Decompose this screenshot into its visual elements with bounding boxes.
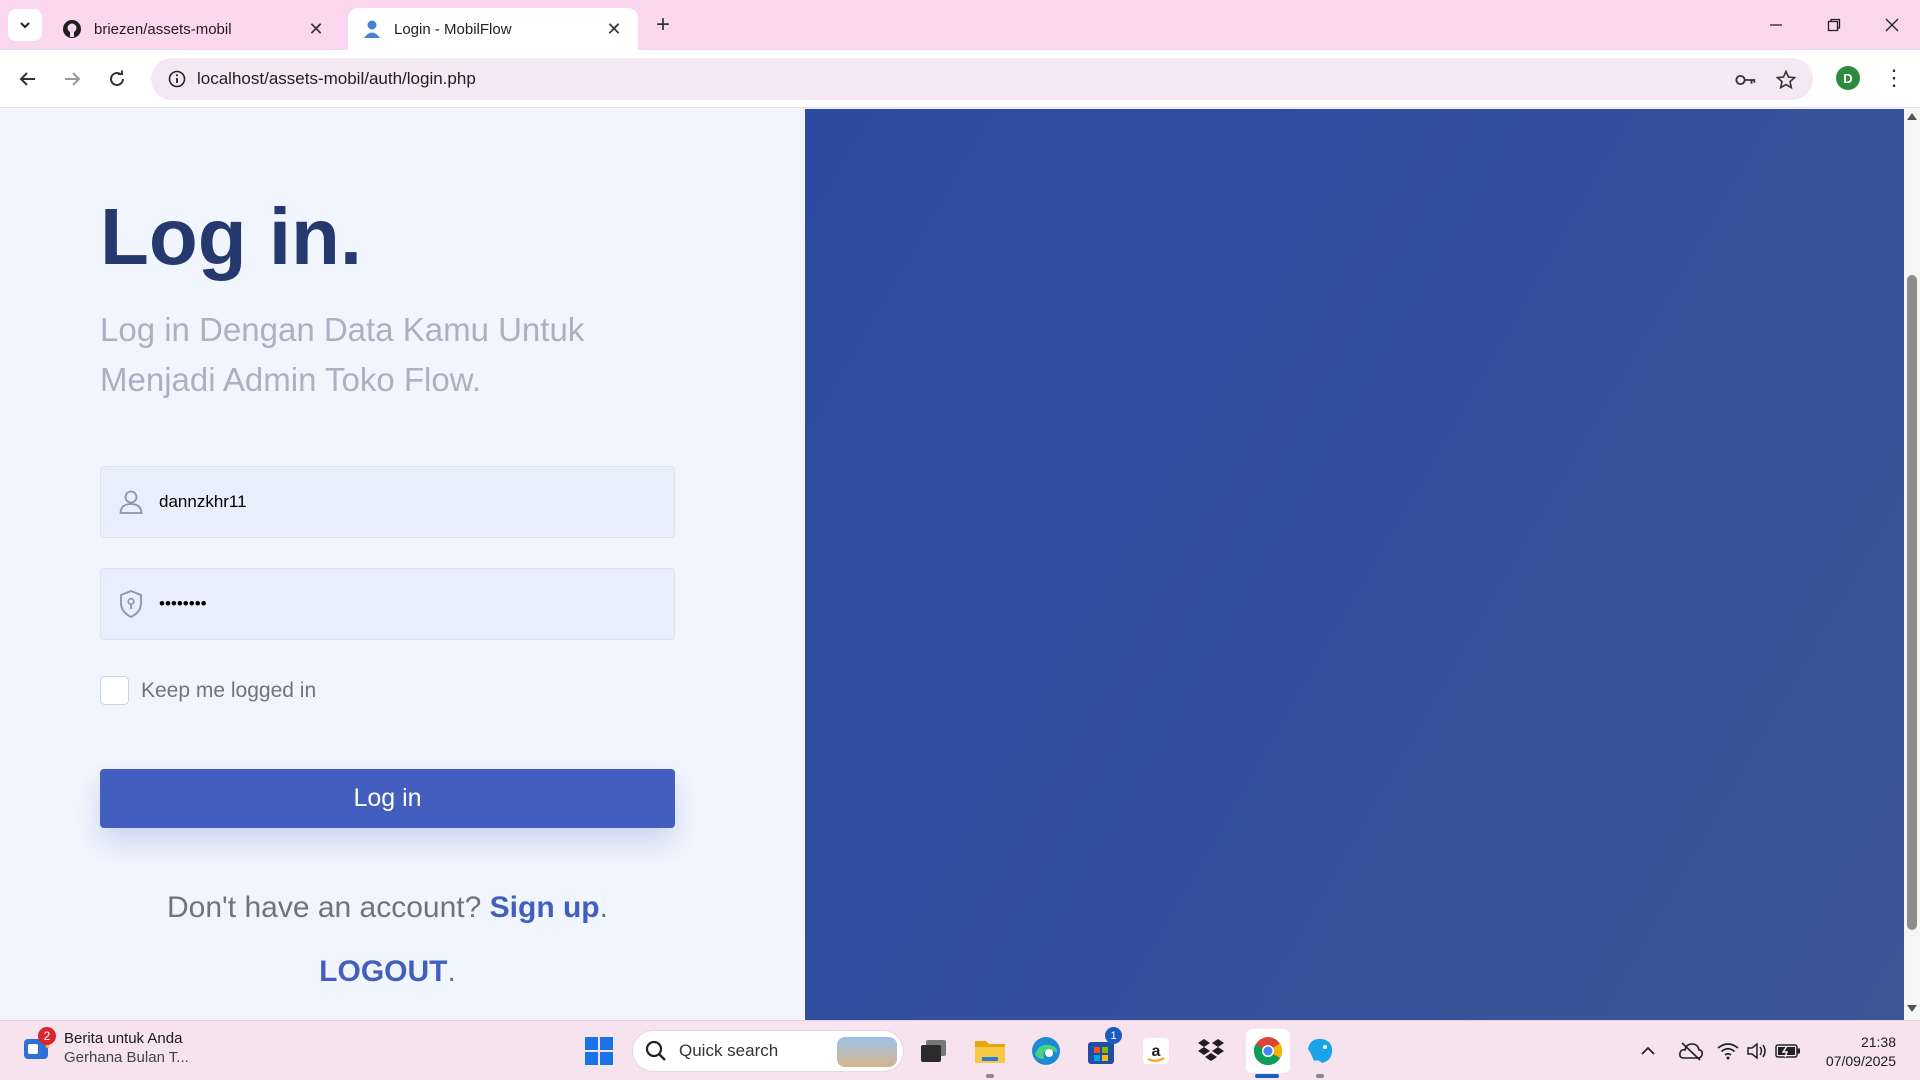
amazon-icon[interactable]: a — [1136, 1031, 1176, 1071]
signup-text: Don't have an account? — [167, 891, 482, 924]
taskbar: 2 Berita untuk Anda Gerhana Bulan T... Q… — [0, 1020, 1920, 1080]
bookmark-star-icon[interactable] — [1775, 69, 1797, 91]
page-content: Log in. Log in Dengan Data Kamu Untuk Me… — [0, 109, 1904, 1020]
close-icon[interactable]: ✕ — [306, 19, 326, 39]
search-highlight-image — [837, 1037, 897, 1067]
search-icon — [645, 1040, 666, 1061]
arrow-left-icon — [19, 72, 35, 86]
microsoft-store-icon[interactable]: 1 — [1081, 1027, 1122, 1071]
store-badge: 1 — [1105, 1027, 1122, 1044]
logout-link[interactable]: LOGOUT — [319, 955, 447, 988]
svg-text:a: a — [1152, 1043, 1161, 1060]
back-button[interactable] — [12, 63, 44, 95]
explorer-running-indicator — [986, 1074, 994, 1078]
chrome-icon[interactable] — [1246, 1029, 1290, 1073]
clock-time: 21:38 — [1860, 1034, 1896, 1050]
signup-prompt: Don't have an account? Sign up. — [100, 891, 675, 925]
login-button[interactable]: Log in — [100, 769, 675, 828]
reload-button[interactable] — [101, 63, 133, 95]
site-info-icon[interactable] — [157, 70, 197, 88]
remember-me[interactable]: Keep me logged in — [100, 676, 316, 705]
cloud-offline-icon[interactable] — [1676, 1039, 1706, 1063]
username-field[interactable] — [100, 466, 675, 538]
file-explorer-icon[interactable] — [970, 1031, 1010, 1071]
chevron-down-icon — [20, 22, 30, 29]
page-title: Log in. — [100, 192, 363, 281]
signup-period: . — [599, 891, 608, 924]
url-text: localhost/assets-mobil/auth/login.php — [197, 69, 476, 88]
person-icon — [362, 19, 382, 39]
chevron-up-icon[interactable] — [1636, 1039, 1660, 1063]
news-badge: 2 — [38, 1027, 56, 1045]
forward-button[interactable] — [56, 63, 88, 95]
scroll-down-icon[interactable] — [1904, 1004, 1920, 1018]
logout-prompt: LOGOUT. — [100, 955, 675, 989]
close-window-button[interactable] — [1864, 0, 1920, 50]
restore-icon — [1827, 18, 1841, 32]
restore-button[interactable] — [1806, 0, 1862, 50]
browser-menu-icon[interactable]: ⋮ — [1880, 64, 1908, 92]
clock-date: 07/09/2025 — [1825, 1053, 1896, 1069]
page-subtitle: Log in Dengan Data Kamu Untuk Menjadi Ad… — [100, 311, 585, 398]
tab-bar: briezen/assets-mobil ✕ Login - MobilFlow… — [0, 0, 1920, 50]
battery-icon[interactable] — [1774, 1039, 1802, 1063]
new-tab-button[interactable]: + — [650, 11, 676, 38]
tab-title: briezen/assets-mobil — [94, 20, 232, 38]
username-input[interactable] — [159, 492, 639, 512]
remember-checkbox[interactable] — [100, 676, 129, 705]
github-icon — [62, 19, 82, 39]
news-title: Berita untuk Anda — [64, 1030, 183, 1047]
browser-toolbar: localhost/assets-mobil/auth/login.php D … — [0, 50, 1920, 108]
signup-link[interactable]: Sign up — [490, 891, 600, 924]
search-placeholder: Quick search — [679, 1041, 779, 1060]
news-icon: 2 — [22, 1027, 56, 1063]
shield-lock-icon — [103, 589, 159, 619]
taskbar-clock[interactable]: 21:38 07/09/2025 — [1810, 1033, 1896, 1071]
close-icon — [1885, 18, 1899, 32]
app-running-indicator — [1316, 1074, 1324, 1078]
dropbox-icon[interactable] — [1191, 1031, 1231, 1071]
tab-search-button[interactable] — [8, 9, 42, 41]
news-widget[interactable]: 2 Berita untuk Anda Gerhana Bulan T... — [22, 1027, 189, 1067]
password-input[interactable] — [159, 594, 639, 614]
tab-login[interactable]: Login - MobilFlow ✕ — [348, 8, 638, 50]
remember-label: Keep me logged in — [141, 678, 317, 702]
person-icon — [103, 489, 159, 515]
edge-icon[interactable] — [1026, 1031, 1066, 1071]
wifi-icon[interactable] — [1716, 1039, 1740, 1063]
reload-icon — [110, 70, 124, 86]
password-key-icon[interactable] — [1735, 69, 1757, 91]
scroll-up-icon[interactable] — [1904, 111, 1920, 125]
logout-period: . — [447, 955, 456, 988]
scrollbar-thumb[interactable] — [1907, 275, 1917, 930]
app-bird-icon[interactable] — [1300, 1031, 1340, 1071]
auth-right-panel — [805, 109, 1904, 1020]
auth-left-panel: Log in. Log in Dengan Data Kamu Untuk Me… — [0, 109, 805, 1020]
profile-avatar[interactable]: D — [1836, 66, 1860, 90]
chrome-active-indicator — [1255, 1074, 1279, 1078]
arrow-right-icon — [65, 72, 81, 86]
close-icon[interactable]: ✕ — [604, 19, 624, 39]
task-view-icon[interactable] — [914, 1031, 954, 1071]
minimize-button[interactable] — [1748, 0, 1804, 50]
volume-icon[interactable] — [1745, 1039, 1769, 1063]
tab-github[interactable]: briezen/assets-mobil ✕ — [48, 8, 340, 50]
tab-title: Login - MobilFlow — [394, 20, 512, 38]
password-field[interactable] — [100, 568, 675, 640]
windows-start-icon[interactable] — [579, 1031, 619, 1071]
news-subtitle: Gerhana Bulan T... — [64, 1049, 189, 1066]
minimize-icon — [1770, 24, 1782, 26]
address-bar[interactable]: localhost/assets-mobil/auth/login.php — [151, 58, 1813, 100]
taskbar-search[interactable]: Quick search — [632, 1030, 904, 1072]
